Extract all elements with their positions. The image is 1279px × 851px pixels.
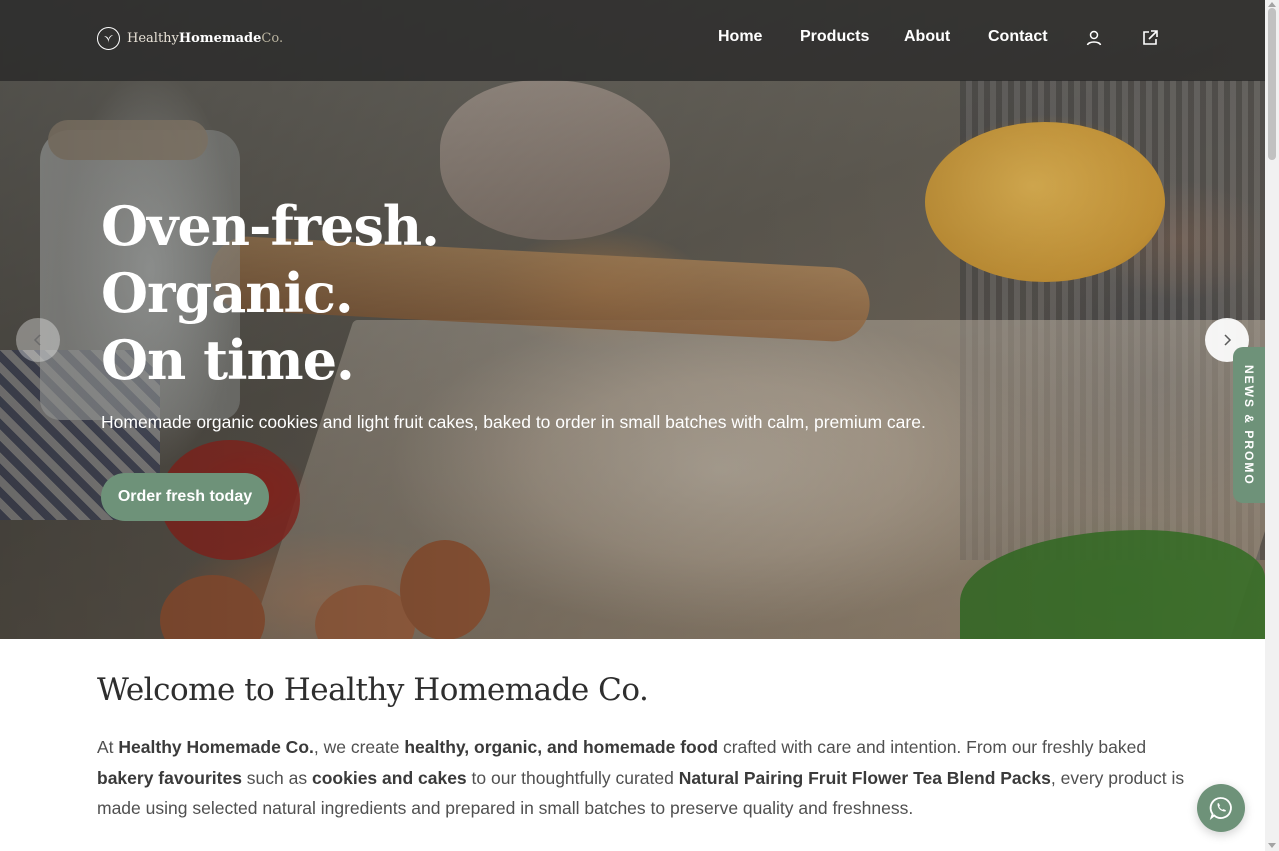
welcome-text-segment: to our thoughtfully curated — [466, 767, 679, 788]
news-promo-label: NEWS & PROMO — [1242, 364, 1256, 486]
brand-logo[interactable]: HealthyHomemadeCo. — [97, 27, 283, 50]
scrollbar-thumb[interactable] — [1268, 8, 1276, 160]
welcome-text-segment: , we create — [313, 737, 405, 757]
hero-banner: Oven-fresh. Organic. On time. Homemade o… — [0, 0, 1265, 639]
welcome-section: Welcome to Healthy Homemade Co. At Healt… — [97, 672, 1187, 824]
welcome-text-bold: Healthy Homemade Co. — [118, 737, 314, 757]
order-fresh-button[interactable]: Order fresh today — [101, 473, 269, 521]
page-scrollbar[interactable] — [1265, 0, 1279, 851]
welcome-text-bold: Natural Pairing Fruit Flower Tea Blend P… — [678, 767, 1051, 788]
hero-subtitle: Homemade organic cookies and light fruit… — [101, 412, 926, 432]
whatsapp-chat-button[interactable] — [1197, 784, 1245, 832]
welcome-text-bold: cookies and cakes — [311, 767, 467, 788]
brand-name-suffix: Co. — [261, 31, 284, 46]
nav-about[interactable]: About — [904, 28, 950, 46]
brand-name: HealthyHomemadeCo. — [127, 31, 283, 46]
nav-products[interactable]: Products — [800, 28, 869, 46]
hero-content: Oven-fresh. Organic. On time. Homemade o… — [101, 193, 1001, 433]
chevron-right-icon — [1224, 334, 1232, 346]
scroll-down-arrow-icon[interactable] — [1268, 843, 1276, 849]
news-promo-tab[interactable]: NEWS & PROMO — [1233, 347, 1265, 503]
welcome-text-segment: At — [97, 737, 119, 757]
chevron-left-icon — [33, 334, 41, 346]
scroll-up-arrow-icon[interactable] — [1268, 1, 1276, 7]
top-navbar: HealthyHomemadeCo. Home Products About C… — [0, 0, 1265, 81]
hero-title-line: Organic. — [101, 261, 354, 325]
brand-name-main: Homemade — [178, 31, 262, 46]
user-icon[interactable] — [1084, 28, 1104, 48]
nav-contact[interactable]: Contact — [988, 28, 1048, 46]
leaf-circle-icon — [97, 27, 120, 50]
welcome-text-segment: such as — [241, 767, 312, 788]
welcome-text-bold: bakery favourites — [97, 767, 242, 788]
welcome-title: Welcome to Healthy Homemade Co. — [97, 672, 649, 708]
nav-home[interactable]: Home — [718, 28, 762, 46]
hero-title: Oven-fresh. Organic. On time. — [101, 193, 1001, 394]
welcome-text-bold: healthy, organic, and homemade food — [404, 737, 719, 757]
whatsapp-icon — [1209, 797, 1232, 820]
hero-title-line: On time. — [101, 328, 355, 392]
carousel-prev-button[interactable] — [16, 318, 60, 362]
welcome-paragraph: At Healthy Homemade Co., we create healt… — [97, 732, 1187, 824]
hero-title-line: Oven-fresh. — [101, 194, 440, 258]
welcome-text-segment: crafted with care and intention. From ou… — [718, 737, 1147, 757]
brand-name-prefix: Healthy — [127, 31, 179, 46]
external-link-icon[interactable] — [1140, 28, 1160, 48]
